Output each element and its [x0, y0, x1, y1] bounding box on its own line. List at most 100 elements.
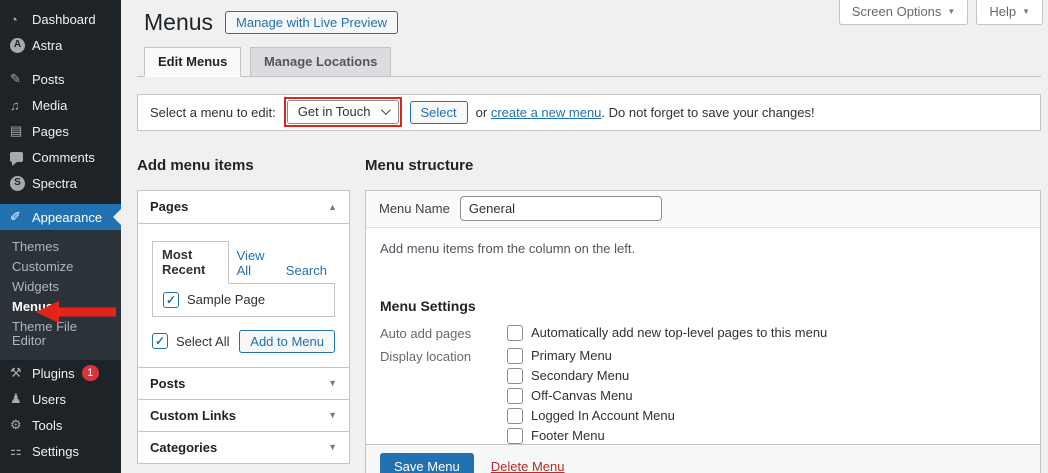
tab-bar: Edit Menus Manage Locations — [137, 47, 1041, 77]
off-canvas-menu-checkbox[interactable] — [507, 388, 523, 404]
sidebar-separator — [0, 464, 121, 472]
tab-manage-locations[interactable]: Manage Locations — [250, 47, 391, 77]
add-to-menu-button[interactable]: Add to Menu — [239, 330, 335, 353]
menu-edit-body: Add menu items from the column on the le… — [366, 228, 1040, 444]
sidebar-item-posts[interactable]: Posts — [0, 66, 121, 92]
menu-structure-column: Menu structure Menu Name Add menu items … — [365, 131, 1041, 473]
add-menu-items-column: Add menu items Pages ▲ Most Recent View … — [137, 131, 350, 473]
accordion-posts[interactable]: Posts ▼ — [138, 367, 349, 399]
screen-options-button[interactable]: Screen Options ▼ — [839, 0, 969, 25]
annotation-red-box: Get in Touch — [284, 97, 402, 127]
menu-edit-footer: Save Menu Delete Menu — [366, 444, 1040, 473]
chevron-down-icon — [380, 106, 390, 116]
save-reminder-text: . Do not forget to save your changes! — [601, 105, 814, 120]
auto-add-pages-checkbox[interactable] — [507, 325, 523, 341]
delete-menu-link[interactable]: Delete Menu — [491, 459, 565, 473]
tab-search[interactable]: Search — [278, 258, 335, 284]
location-off-canvas-menu: Off-Canvas Menu — [507, 388, 675, 404]
accordion-categories[interactable]: Categories ▼ — [138, 431, 349, 463]
wordpress-admin-menus-page: Dashboard A Astra Posts Media Pages Comm… — [0, 0, 1048, 473]
astra-icon: A — [10, 38, 32, 53]
accordion-pages[interactable]: Pages ▲ — [138, 191, 349, 223]
tab-view-all[interactable]: View All — [229, 243, 278, 284]
help-button[interactable]: Help ▼ — [976, 0, 1043, 25]
plugins-icon — [10, 365, 32, 381]
help-label: Help — [989, 4, 1016, 19]
media-icon — [10, 98, 32, 113]
sidebar-item-settings[interactable]: Settings — [0, 438, 121, 464]
sidebar-item-label: Users — [32, 392, 66, 407]
tab-edit-menus[interactable]: Edit Menus — [144, 47, 241, 77]
auto-add-pages-label: Auto add pages — [380, 325, 507, 341]
sidebar-item-users[interactable]: Users — [0, 386, 121, 412]
chevron-down-icon: ▼ — [328, 442, 337, 452]
sidebar-item-pages[interactable]: Pages — [0, 118, 121, 144]
tab-most-recent[interactable]: Most Recent — [152, 241, 229, 284]
sidebar-item-label: Media — [32, 98, 67, 113]
submenu-item-widgets[interactable]: Widgets — [0, 277, 121, 297]
menu-edit-box: Menu Name Add menu items from the column… — [365, 190, 1041, 473]
menu-name-input[interactable] — [460, 196, 662, 221]
spectra-icon: S — [10, 176, 32, 191]
sidebar-item-tools[interactable]: Tools — [0, 412, 121, 438]
submenu-item-themes[interactable]: Themes — [0, 237, 121, 257]
select-all-checkbox[interactable] — [152, 333, 168, 349]
sidebar-item-label: Comments — [32, 150, 95, 165]
submenu-item-customize[interactable]: Customize — [0, 257, 121, 277]
create-new-menu-link[interactable]: create a new menu — [491, 105, 602, 120]
manage-with-live-preview-button[interactable]: Manage with Live Preview — [225, 11, 398, 34]
or-text: or create a new menu. Do not forget to s… — [476, 105, 815, 120]
auto-add-pages-row: Auto add pages Automatically add new top… — [380, 325, 1026, 341]
display-location-options: Primary Menu Secondary Menu Off-Canvas M… — [507, 348, 675, 448]
display-location-row: Display location Primary Menu Secondary … — [380, 348, 1026, 448]
menu-select-dropdown[interactable]: Get in Touch — [287, 100, 399, 124]
accordion-posts-title: Posts — [150, 376, 185, 391]
menu-settings-heading: Menu Settings — [380, 298, 1026, 314]
pages-inner-tabs: Most Recent View All Search — [152, 241, 335, 284]
accordion-custom-links-title: Custom Links — [150, 408, 236, 423]
screen-meta: Screen Options ▼ Help ▼ — [839, 0, 1043, 25]
save-menu-button[interactable]: Save Menu — [380, 453, 474, 473]
list-item-sample-page: Sample Page — [163, 292, 324, 308]
select-menu-bar: Select a menu to edit: Get in Touch Sele… — [137, 94, 1041, 131]
users-icon — [10, 391, 32, 407]
sidebar-item-plugins[interactable]: Plugins 1 — [0, 360, 121, 386]
screen-options-label: Screen Options — [852, 4, 942, 19]
menu-item-panels: Pages ▲ Most Recent View All Search — [137, 190, 350, 464]
logged-in-account-menu-label: Logged In Account Menu — [531, 408, 675, 423]
auto-add-pages-option: Automatically add new top-level pages to… — [507, 325, 827, 341]
sidebar-item-astra[interactable]: A Astra — [0, 32, 121, 58]
sample-page-checkbox[interactable] — [163, 292, 179, 308]
secondary-menu-checkbox[interactable] — [507, 368, 523, 384]
page-title: Menus — [144, 8, 213, 38]
sidebar-item-spectra[interactable]: S Spectra — [0, 170, 121, 196]
sidebar-item-label: Dashboard — [32, 12, 96, 27]
sidebar-item-appearance[interactable]: Appearance — [0, 204, 121, 230]
sidebar-separator — [0, 58, 121, 66]
footer-menu-checkbox[interactable] — [507, 428, 523, 444]
sidebar-item-label: Posts — [32, 72, 65, 87]
accordion-custom-links[interactable]: Custom Links ▼ — [138, 399, 349, 431]
auto-add-pages-option-label: Automatically add new top-level pages to… — [531, 325, 827, 340]
footer-menu-label: Footer Menu — [531, 428, 605, 443]
select-button[interactable]: Select — [410, 101, 468, 124]
chevron-up-icon: ▲ — [328, 202, 337, 212]
chevron-down-icon: ▼ — [947, 7, 955, 16]
sidebar-item-label: Settings — [32, 444, 79, 459]
appearance-brush-icon — [10, 209, 32, 225]
dashboard-icon — [10, 12, 32, 27]
sidebar-item-dashboard[interactable]: Dashboard — [0, 6, 121, 32]
chevron-down-icon: ▼ — [1022, 7, 1030, 16]
sidebar-separator — [0, 196, 121, 204]
tools-icon — [10, 417, 32, 433]
sidebar-item-comments[interactable]: Comments — [0, 144, 121, 170]
posts-pin-icon — [10, 71, 32, 87]
logged-in-account-menu-checkbox[interactable] — [507, 408, 523, 424]
display-location-label: Display location — [380, 348, 507, 448]
pages-panel-body: Most Recent View All Search Sample Page — [138, 223, 349, 367]
sidebar-item-label: Spectra — [32, 176, 77, 191]
admin-content: Screen Options ▼ Help ▼ Menus Manage wit… — [121, 0, 1048, 473]
sidebar-item-media[interactable]: Media — [0, 92, 121, 118]
accordion-pages-title: Pages — [150, 199, 188, 214]
primary-menu-checkbox[interactable] — [507, 348, 523, 364]
